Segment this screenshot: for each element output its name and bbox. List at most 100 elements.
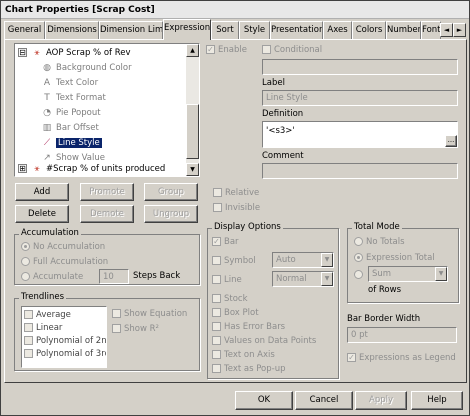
tree-item-background-color[interactable]: ◍ Background Color [41,61,132,76]
stock-checkbox[interactable]: Stock [212,293,248,305]
sum-select[interactable]: Sum ▼ [368,266,448,282]
no-accumulation-radio[interactable]: No Accumulation [21,241,105,253]
select-value: Auto [276,255,296,265]
total-mode-title: Total Mode [352,222,402,232]
line-select[interactable]: Normal ▼ [272,271,334,287]
select-value: Sum [372,269,392,279]
tab-dimension-limits[interactable]: Dimension Limits [99,21,163,39]
trend-average-checkbox[interactable]: Average [24,309,71,321]
checkbox-label: Bar [224,237,239,247]
enable-checkbox[interactable]: ✓ Enable [206,44,247,56]
conditional-input[interactable] [262,59,458,75]
checkbox-label: Invisible [225,203,261,213]
radio-icon [21,272,30,281]
scroll-up-icon[interactable]: ▲ [186,44,199,57]
chevron-down-icon: ▼ [435,267,447,281]
text-on-axis-checkbox[interactable]: Text on Axis [212,349,275,361]
tab-font[interactable]: Font [421,21,441,39]
steps-back-input[interactable]: 10 [99,269,129,284]
scrollbar-thumb[interactable] [186,104,199,159]
box-plot-checkbox[interactable]: Box Plot [212,307,259,319]
pie-popout-icon: ◔ [43,107,51,118]
apply-button[interactable]: Apply [355,391,407,410]
tree-item-text-format[interactable]: T Text Format [41,91,106,106]
delete-button[interactable]: Delete [15,205,69,223]
trendlines-list[interactable]: Average Linear Polynomial of 2nd d Polyn… [21,306,107,368]
tab-scroll-right-button[interactable]: ► [453,23,466,37]
values-on-points-checkbox[interactable]: Values on Data Points [212,335,316,347]
accumulation-group: Accumulation No Accumulation Full Accumu… [14,228,200,285]
tree-item-pie-popout[interactable]: ◔ Pie Popout [41,106,101,121]
collapse-icon[interactable]: ⊟ [18,48,27,57]
tree-item-label: Text Format [56,93,106,103]
tree-item-text-color[interactable]: A Text Color [41,76,98,91]
bar-border-input[interactable]: 0 pt [347,327,457,343]
tree-item-label: AOP Scrap % of Rev [46,48,131,58]
tab-axes[interactable]: Axes [323,21,352,39]
bar-checkbox[interactable]: ✓ Bar [212,236,239,248]
scroll-down-icon[interactable]: ▼ [186,163,199,176]
tab-style[interactable]: Style [239,21,270,39]
cancel-button[interactable]: Cancel [295,391,353,410]
line-checkbox[interactable]: Line [212,274,242,286]
symbol-select[interactable]: Auto ▼ [272,252,334,268]
trend-linear-checkbox[interactable]: Linear [24,322,62,334]
expression-total-radio[interactable]: Expression Total [354,252,435,264]
trendlines-group: Trendlines Average Linear Polynomial of … [14,292,200,371]
show-equation-checkbox[interactable]: Show Equation [112,308,187,320]
display-options-title: Display Options [212,222,283,232]
ok-button[interactable]: OK [235,391,293,410]
ungroup-button[interactable]: Ungroup [144,205,198,223]
tree-item-scrap-units[interactable]: ⊞ ⚹ #Scrap % of units produced [18,162,165,176]
symbol-checkbox[interactable]: Symbol [212,255,256,267]
promote-button[interactable]: Promote [80,183,134,201]
error-bars-checkbox[interactable]: Has Error Bars [212,321,285,333]
expression-tree[interactable]: ⊟ ⚹ AOP Scrap % of Rev ◍ Background Color A… [14,43,200,177]
tab-scroll-buttons: ◄ ► [440,23,466,37]
checkbox-checked-icon: ✓ [212,237,221,246]
expression-icon: ⚹ [34,163,40,174]
checkbox-label: Show R² [124,324,159,334]
comment-input[interactable] [262,163,458,179]
checkbox-label: Stock [224,294,248,304]
checkbox-label: Conditional [274,45,323,55]
definition-ellipsis-button[interactable]: ... [445,135,457,147]
bar-offset-icon: ▥ [42,122,52,133]
expand-icon[interactable]: ⊞ [18,164,27,173]
tree-item-bar-offset[interactable]: ▥ Bar Offset [41,121,99,136]
text-as-popup-checkbox[interactable]: Text as Pop-up [212,363,286,375]
show-r2-checkbox[interactable]: Show R² [112,323,159,335]
group-button[interactable]: Group [144,183,198,201]
tab-general[interactable]: General [4,21,45,39]
invisible-checkbox[interactable]: Invisible [213,202,260,214]
expressions-as-legend-checkbox[interactable]: ✓ Expressions as Legend [347,352,456,364]
tab-number[interactable]: Number [386,21,421,39]
tab-sort[interactable]: Sort [211,21,239,39]
tree-scrollbar[interactable]: ▲ ▼ [186,44,199,176]
accumulate-radio[interactable]: Accumulate [21,271,83,283]
conditional-checkbox[interactable]: Conditional [262,44,322,56]
full-accumulation-radio[interactable]: Full Accumulation [21,256,108,268]
demote-button[interactable]: Demote [80,205,134,223]
help-button[interactable]: Help [411,391,463,410]
no-totals-radio[interactable]: No Totals [354,236,405,248]
total-mode-group: Total Mode No Totals Expression Total Su… [347,222,459,303]
tree-item-aop-scrap[interactable]: ⊟ ⚹ AOP Scrap % of Rev [18,46,131,61]
tab-scroll-left-button[interactable]: ◄ [440,23,453,37]
checkbox-icon [24,349,33,358]
trend-poly3-checkbox[interactable]: Polynomial of 3rd d [24,348,106,360]
label-input[interactable]: Line Style [262,90,458,106]
tab-colors[interactable]: Colors [352,21,386,39]
relative-checkbox[interactable]: Relative [213,187,259,199]
tree-item-line-style[interactable]: ⟋ Line Style [41,136,102,151]
tab-dimensions[interactable]: Dimensions [45,21,99,39]
radio-icon [354,237,363,246]
sum-radio[interactable] [354,269,366,281]
add-button[interactable]: Add [15,183,69,201]
definition-input[interactable]: '<s3>' [262,121,458,148]
checkbox-icon [212,336,221,345]
checkbox-label: Expressions as Legend [359,353,456,363]
tab-expressions[interactable]: Expressions [163,19,211,40]
tab-presentation[interactable]: Presentation [270,21,323,39]
trend-poly2-checkbox[interactable]: Polynomial of 2nd d [24,335,106,347]
